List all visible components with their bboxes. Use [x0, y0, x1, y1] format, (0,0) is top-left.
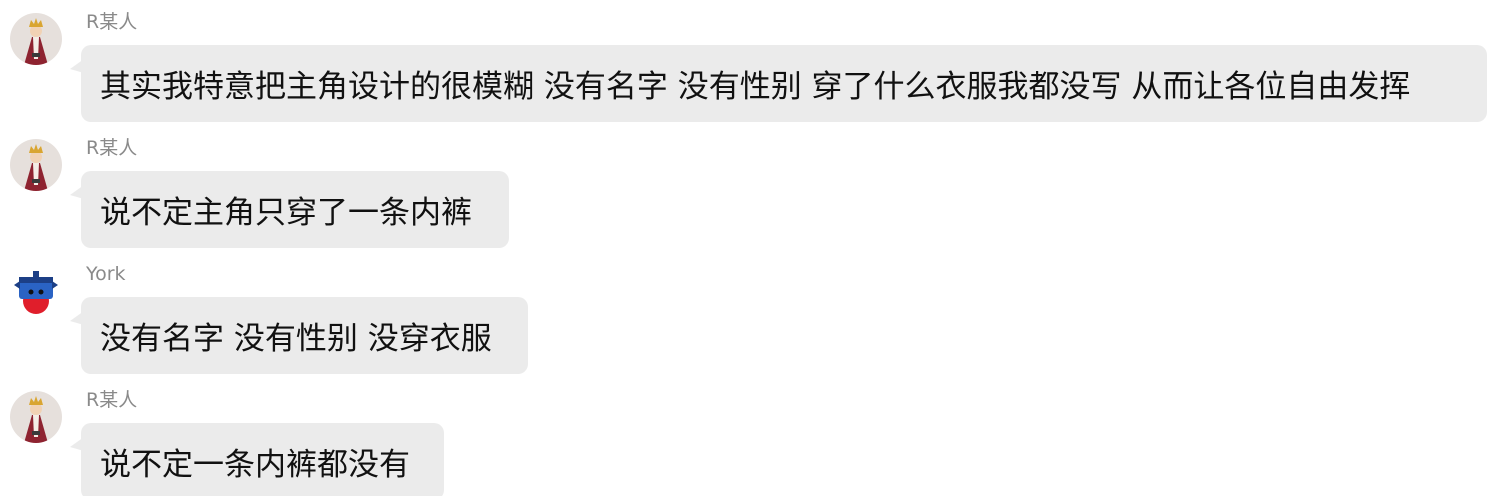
chat-message: York 没有名字 没有性别 没穿衣服: [0, 260, 1494, 380]
avatar[interactable]: [10, 13, 62, 65]
sender-name: R某人: [86, 137, 138, 159]
avatar[interactable]: [10, 391, 62, 443]
avatar[interactable]: [10, 265, 62, 317]
chat-message: R某人 说不定一条内裤都没有: [0, 386, 1494, 496]
chat-message: R某人 说不定主角只穿了一条内裤: [0, 134, 1494, 254]
avatar[interactable]: [10, 139, 62, 191]
message-bubble[interactable]: 说不定一条内裤都没有: [81, 423, 444, 496]
king-avatar-icon: [10, 13, 62, 65]
sender-name: R某人: [86, 11, 138, 33]
sender-name: R某人: [86, 389, 138, 411]
cartoon-character-avatar-icon: [10, 265, 62, 317]
king-avatar-icon: [10, 139, 62, 191]
chat-log: R某人 其实我特意把主角设计的很模糊 没有名字 没有性别 穿了什么衣服我都没写 …: [0, 0, 1494, 496]
chat-message: R某人 其实我特意把主角设计的很模糊 没有名字 没有性别 穿了什么衣服我都没写 …: [0, 8, 1494, 128]
message-bubble[interactable]: 其实我特意把主角设计的很模糊 没有名字 没有性别 穿了什么衣服我都没写 从而让各…: [81, 45, 1487, 122]
message-bubble[interactable]: 说不定主角只穿了一条内裤: [81, 171, 509, 248]
king-avatar-icon: [10, 391, 62, 443]
sender-name: York: [86, 263, 126, 285]
message-bubble[interactable]: 没有名字 没有性别 没穿衣服: [81, 297, 528, 374]
